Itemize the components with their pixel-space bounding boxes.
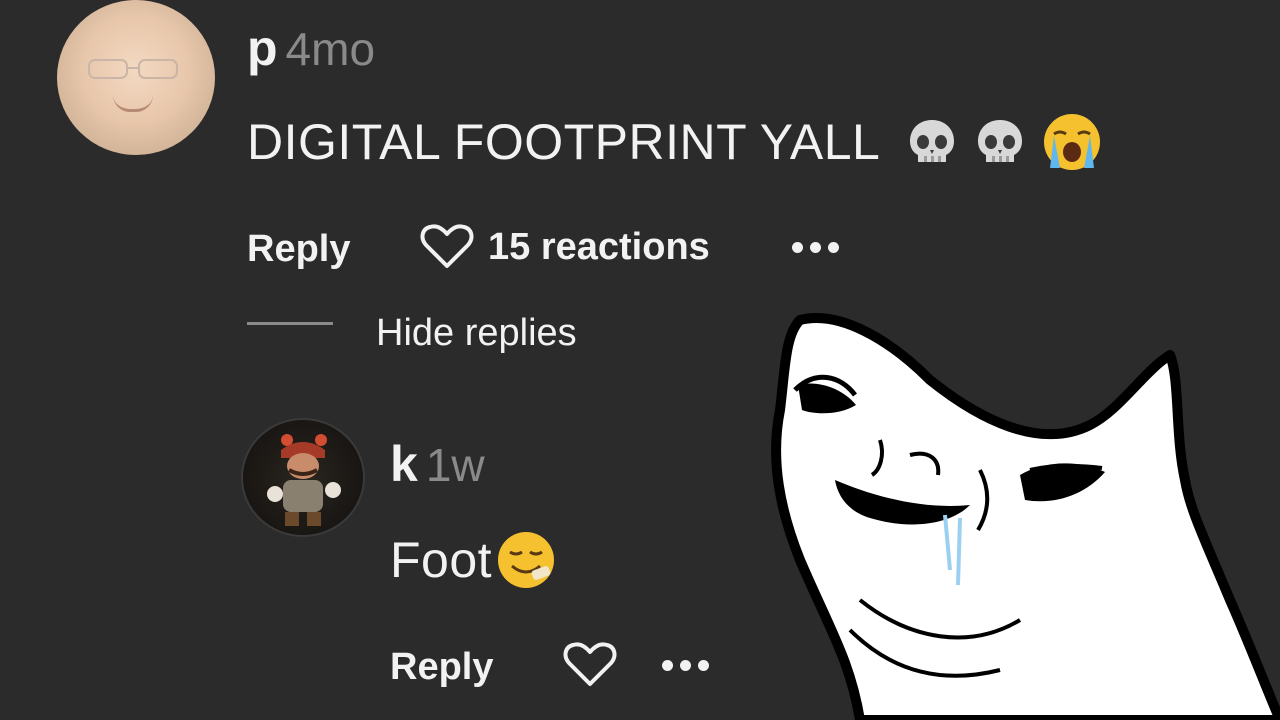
timestamp: 1w: [425, 439, 485, 491]
timestamp: 4mo: [285, 23, 376, 75]
comment-header-k: k 1w: [390, 438, 485, 492]
more-options-icon[interactable]: [662, 660, 709, 671]
face-with-bandage-emoji-icon: [498, 532, 555, 588]
comment-text: DIGITAL FOOTPRINT YALL: [247, 114, 881, 170]
more-options-icon[interactable]: [792, 242, 839, 253]
loudly-crying-emoji-icon: [1044, 114, 1101, 170]
heart-icon[interactable]: [420, 224, 474, 270]
glasses-detail: [88, 59, 178, 79]
username[interactable]: k: [390, 436, 418, 492]
comment-body-k: Foot: [390, 528, 558, 592]
avatar-k[interactable]: [241, 418, 365, 537]
comment-text: Foot: [390, 532, 493, 588]
avatar-smile: [113, 95, 153, 112]
hide-replies-button[interactable]: Hide replies: [376, 312, 577, 355]
reactions[interactable]: 15 reactions: [420, 224, 710, 270]
avatar-p[interactable]: [57, 0, 215, 155]
comment-body-p: DIGITAL FOOTPRINT YALL: [247, 110, 1104, 174]
reactions-count[interactable]: 15 reactions: [488, 228, 710, 266]
wojak-meme-image: [771, 313, 1280, 720]
comment-header-p: p 4mo: [247, 22, 375, 76]
reply-button[interactable]: Reply: [390, 648, 493, 686]
username[interactable]: p: [247, 20, 278, 76]
skull-emoji-icon: [910, 120, 955, 162]
reply-button[interactable]: Reply: [247, 230, 350, 268]
heart-icon[interactable]: [563, 642, 617, 688]
skull-emoji-icon: [978, 120, 1023, 162]
divider: [247, 322, 333, 325]
mario-avatar-icon: [267, 434, 341, 526]
